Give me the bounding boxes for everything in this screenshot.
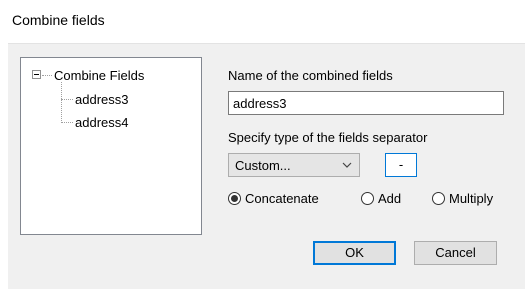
ok-button[interactable]: OK (313, 241, 396, 265)
tree-item-address3[interactable]: address3 (75, 92, 128, 107)
window-title: Combine fields (12, 12, 105, 28)
tree-connector-vertical (61, 82, 63, 123)
tree-connector (61, 99, 73, 101)
radio-selected-icon (228, 192, 241, 205)
cancel-button[interactable]: Cancel (414, 241, 497, 265)
tree-root-label: Combine Fields (54, 68, 145, 83)
title-bar: Combine fields (0, 0, 525, 43)
combined-name-input[interactable] (229, 92, 503, 114)
collapse-minus-icon[interactable] (32, 70, 41, 79)
concatenate-label: Concatenate (245, 191, 319, 206)
add-label: Add (378, 191, 402, 206)
name-label: Name of the combined fields (228, 68, 393, 83)
tree-connector (42, 75, 52, 77)
chevron-down-icon (342, 162, 352, 168)
separator-type-dropdown[interactable]: Custom... (228, 153, 360, 177)
separator-label: Specify type of the fields separator (228, 130, 428, 145)
multiply-label: Multiply (449, 191, 494, 206)
combined-name-field[interactable] (228, 91, 504, 115)
separator-type-value: Custom... (235, 158, 291, 173)
separator-value-field[interactable]: - (385, 153, 417, 177)
tree-item-address4[interactable]: address4 (75, 115, 128, 130)
radio-unselected-icon (361, 192, 374, 205)
tree-connector (61, 122, 73, 124)
fields-tree[interactable]: Combine Fields address3 address4 (20, 57, 202, 235)
radio-unselected-icon (432, 192, 445, 205)
dialog-body: Combine Fields address3 address4 Name of… (8, 43, 525, 289)
